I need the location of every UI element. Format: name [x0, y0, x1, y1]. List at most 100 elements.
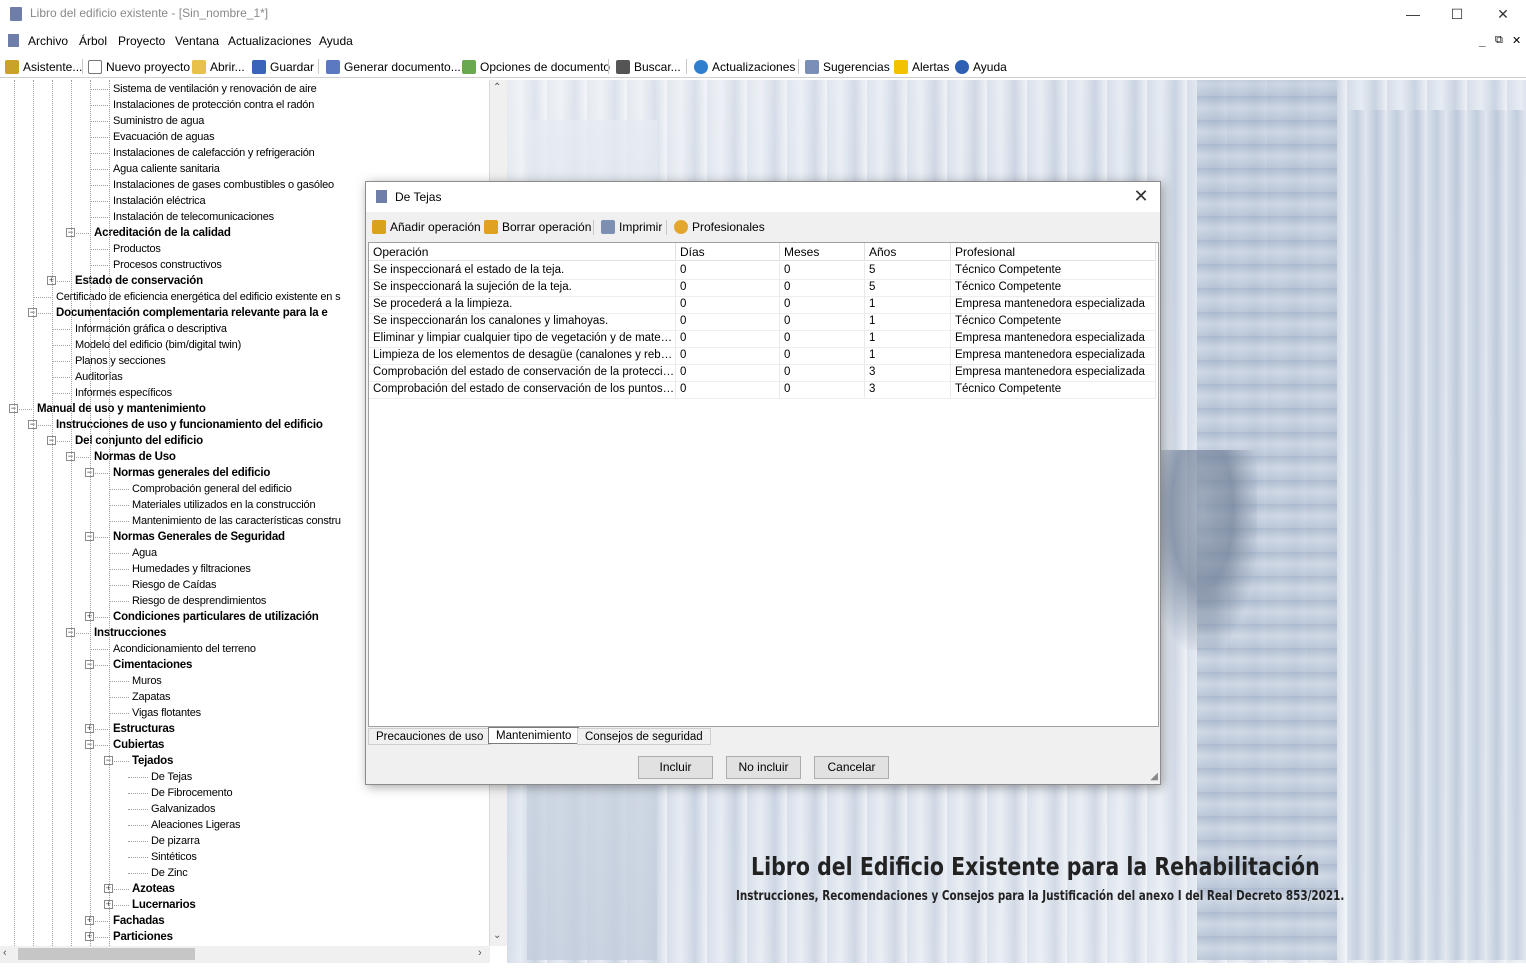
cell-operacion[interactable]: Comprobación del estado de conservación …: [369, 381, 676, 398]
tree-node[interactable]: Mantenimiento de las características con…: [132, 513, 341, 529]
tree-horizontal-scrollbar[interactable]: ‹ ›: [0, 946, 490, 963]
tree-node[interactable]: Del conjunto del edificio: [75, 433, 203, 449]
tree-node[interactable]: Acondicionamiento del terreno: [113, 641, 256, 657]
cell-anos[interactable]: 1: [865, 330, 951, 347]
cell-dias[interactable]: 0: [676, 330, 780, 347]
buscar-button[interactable]: Buscar...: [616, 58, 681, 75]
tab-precauciones[interactable]: Precauciones de uso: [368, 728, 492, 745]
cell-profesional[interactable]: Empresa mantenedora especializada: [951, 330, 1156, 347]
add-operation-button[interactable]: Añadir operación: [372, 220, 481, 234]
tree-node[interactable]: Riesgo de desprendimientos: [132, 593, 266, 609]
tree-node[interactable]: Fachadas: [113, 913, 165, 929]
tree-node[interactable]: Muros: [132, 673, 162, 689]
cell-meses[interactable]: 0: [780, 364, 865, 381]
tree-node[interactable]: Humedades y filtraciones: [132, 561, 251, 577]
guardar-button[interactable]: Guardar: [252, 58, 314, 75]
tree-node[interactable]: Aleaciones Ligeras: [151, 817, 241, 833]
cell-profesional[interactable]: Empresa mantenedora especializada: [951, 296, 1156, 313]
tree-node[interactable]: Comprobación general del edificio: [132, 481, 292, 497]
delete-operation-button[interactable]: Borrar operación: [484, 220, 591, 234]
cell-profesional[interactable]: Técnico Competente: [951, 279, 1156, 296]
tree-node[interactable]: Instalaciones de calefacción y refrigera…: [113, 145, 315, 161]
cell-profesional[interactable]: Técnico Competente: [951, 262, 1156, 279]
tree-node[interactable]: Instalación eléctrica: [113, 193, 206, 209]
mdi-restore-button[interactable]: ⧉: [1495, 34, 1503, 47]
tree-node[interactable]: Suministro de agua: [113, 113, 204, 129]
cell-profesional[interactable]: Técnico Competente: [951, 381, 1156, 398]
menu-proyecto[interactable]: Proyecto: [118, 34, 165, 48]
cell-operacion[interactable]: Eliminar y limpiar cualquier tipo de veg…: [369, 330, 676, 347]
tree-node[interactable]: Instalación de telecomunicaciones: [113, 209, 274, 225]
tree-node[interactable]: Productos: [113, 241, 161, 257]
tree-node[interactable]: Acreditación de la calidad: [94, 225, 231, 241]
tree-node[interactable]: Particiones: [113, 929, 173, 945]
cell-dias[interactable]: 0: [676, 296, 780, 313]
scroll-up-icon[interactable]: ⌃: [493, 82, 501, 93]
include-button[interactable]: Incluir: [638, 756, 713, 779]
menu-ventana[interactable]: Ventana: [175, 34, 219, 48]
tree-node[interactable]: Materiales utilizados en la construcción: [132, 497, 316, 513]
tree-node[interactable]: Cubiertas: [113, 737, 164, 753]
tree-node[interactable]: Normas Generales de Seguridad: [113, 529, 285, 545]
tree-node[interactable]: Instalaciones de protección contra el ra…: [113, 97, 314, 113]
opciones-documento-button[interactable]: Opciones de documento: [462, 58, 610, 75]
tab-consejos[interactable]: Consejos de seguridad: [577, 728, 711, 745]
resize-grip-icon[interactable]: ◢: [1150, 771, 1158, 782]
cell-anos[interactable]: 1: [865, 347, 951, 364]
cell-dias[interactable]: 0: [676, 279, 780, 296]
cell-operacion[interactable]: Se inspeccionará el estado de la teja.: [369, 262, 676, 279]
tree-node[interactable]: Condiciones particulares de utilización: [113, 609, 319, 625]
tree-node[interactable]: Instrucciones de uso y funcionamiento de…: [56, 417, 323, 433]
minimize-button[interactable]: —: [1390, 0, 1436, 28]
tree-node[interactable]: Instrucciones: [94, 625, 166, 641]
scroll-down-icon[interactable]: ⌄: [493, 930, 501, 941]
tree-node[interactable]: Estructuras: [113, 721, 175, 737]
cell-profesional[interactable]: Empresa mantenedora especializada: [951, 347, 1156, 364]
cell-operacion[interactable]: Se procederá a la limpieza.: [369, 296, 676, 313]
tree-node[interactable]: Normas generales del edificio: [113, 465, 270, 481]
actualizaciones-button[interactable]: Actualizaciones: [694, 58, 795, 75]
cell-dias[interactable]: 0: [676, 313, 780, 330]
generar-documento-button[interactable]: Generar documento...: [326, 58, 461, 75]
operations-grid[interactable]: Operación Días Meses Años Profesional Se…: [368, 242, 1159, 727]
cell-operacion[interactable]: Limpieza de los elementos de desagüe (ca…: [369, 347, 676, 364]
cell-dias[interactable]: 0: [676, 381, 780, 398]
tree-node[interactable]: Vigas flotantes: [132, 705, 201, 721]
tab-mantenimiento[interactable]: Mantenimiento: [488, 727, 580, 744]
menu-ayuda[interactable]: Ayuda: [319, 34, 353, 48]
professionals-button[interactable]: Profesionales: [674, 220, 765, 234]
cell-anos[interactable]: 1: [865, 313, 951, 330]
cell-profesional[interactable]: Empresa mantenedora especializada: [951, 364, 1156, 381]
alertas-button[interactable]: Alertas: [894, 58, 949, 75]
column-header-anos[interactable]: Años: [865, 243, 951, 261]
cell-anos[interactable]: 3: [865, 381, 951, 398]
dialog-close-button[interactable]: ✕: [1128, 185, 1154, 209]
cell-meses[interactable]: 0: [780, 330, 865, 347]
asistente-button[interactable]: Asistente...: [5, 58, 82, 75]
tree-node[interactable]: De Zinc: [151, 865, 188, 881]
nuevo-proyecto-button[interactable]: Nuevo proyecto: [88, 58, 190, 75]
cell-meses[interactable]: 0: [780, 347, 865, 364]
exclude-button[interactable]: No incluir: [726, 756, 801, 779]
tree-node[interactable]: Procesos constructivos: [113, 257, 222, 273]
column-header-dias[interactable]: Días: [676, 243, 780, 261]
tree-node[interactable]: Información gráfica o descriptiva: [75, 321, 227, 337]
tree-node[interactable]: Riesgo de Caídas: [132, 577, 216, 593]
cell-anos[interactable]: 3: [865, 364, 951, 381]
scroll-left-icon[interactable]: ‹: [3, 947, 7, 959]
sugerencias-button[interactable]: Sugerencias: [805, 58, 890, 75]
scroll-right-icon[interactable]: ›: [478, 947, 482, 959]
tree-node[interactable]: Agua: [132, 545, 157, 561]
cancel-button[interactable]: Cancelar: [814, 756, 889, 779]
cell-meses[interactable]: 0: [780, 296, 865, 313]
menu-actualizaciones[interactable]: Actualizaciones: [228, 34, 311, 48]
ayuda-button[interactable]: Ayuda: [955, 58, 1007, 75]
cell-operacion[interactable]: Comprobación del estado de conservación …: [369, 364, 676, 381]
mdi-close-button[interactable]: ✕: [1512, 34, 1521, 47]
cell-meses[interactable]: 0: [780, 262, 865, 279]
column-header-operacion[interactable]: Operación: [369, 243, 676, 261]
tree-node[interactable]: Estado de conservación: [75, 273, 203, 289]
tree-node[interactable]: De Tejas: [151, 769, 192, 785]
tree-node[interactable]: Modelo del edificio (bim/digital twin): [75, 337, 241, 353]
tree-node[interactable]: Auditorías: [75, 369, 123, 385]
